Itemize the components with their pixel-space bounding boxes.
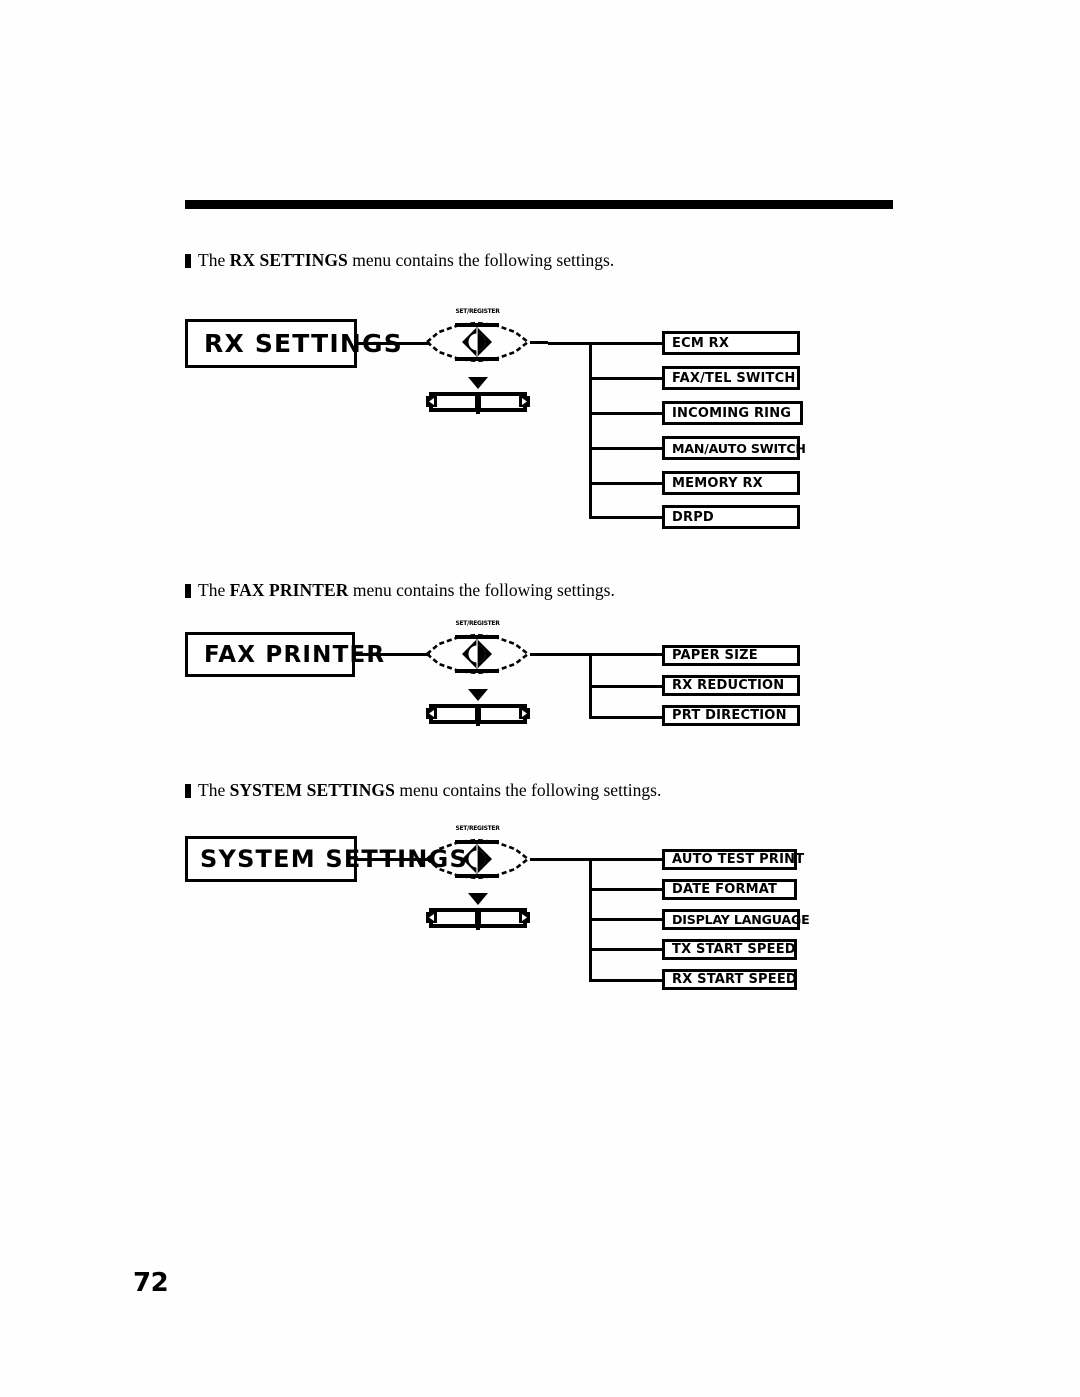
connector-root-to-button [357, 858, 430, 861]
intro-menu-name: FAX PRINTER [229, 580, 349, 600]
intro-suffix: menu contains the following settings. [347, 250, 615, 270]
leaf-label: PAPER SIZE [672, 648, 758, 663]
leaf-label: DRPD [672, 509, 714, 525]
bullet-square-icon [185, 784, 191, 798]
leaf-label: DISPLAY LANGUAGE [672, 912, 810, 927]
root-box-rx-settings: RX SETTINGS [185, 319, 402, 368]
bullet-square-icon [185, 584, 191, 598]
leaf-label: RX REDUCTION [672, 678, 785, 693]
arrow-keys-icon [426, 377, 530, 414]
branch-line [589, 412, 662, 415]
connector-button-to-trunk [530, 653, 548, 656]
root-box-fax-printer: FAX PRINTER [185, 632, 384, 677]
branch-line [589, 918, 662, 921]
leaf-box: INCOMING RING [662, 401, 803, 425]
connector-root-to-button [357, 342, 430, 345]
connector-root-to-button [355, 653, 430, 656]
intro-menu-name: SYSTEM SETTINGS [229, 780, 395, 800]
leaf-box: PRT DIRECTION [662, 705, 800, 726]
leaf-box: RX START SPEED [662, 969, 797, 990]
branch-trunk [589, 342, 592, 518]
arrow-keys-icon [426, 893, 530, 930]
intro-text-system-settings: The SYSTEM SETTINGS menu contains the fo… [185, 780, 661, 800]
leaf-label: AUTO TEST PRINT [672, 852, 805, 867]
intro-prefix: The [198, 250, 230, 270]
set-button-graphic: SET/REGISTER [424, 308, 548, 364]
set-button-icon [424, 321, 531, 363]
leaf-label: MEMORY RX [672, 475, 763, 491]
arrow-keys-graphic [424, 376, 532, 416]
set-button-graphic: SET/REGISTER [424, 825, 548, 881]
leaf-label: MAN/AUTO SWITCH [672, 440, 806, 456]
leaf-box: FAX/TEL SWITCH [662, 366, 800, 390]
leaf-box: TX START SPEED [662, 939, 797, 960]
leaf-box: AUTO TEST PRINT [662, 849, 804, 870]
intro-text-rx-settings: The RX SETTINGS menu contains the follow… [185, 250, 614, 270]
intro-text-fax-printer: The FAX PRINTER menu contains the follow… [185, 580, 615, 600]
leaf-box: MEMORY RX [662, 471, 800, 495]
leaf-box: DATE FORMAT [662, 879, 797, 900]
leaf-box: RX REDUCTION [662, 675, 800, 696]
set-button-graphic: SET/REGISTER [424, 620, 548, 676]
root-box-system-settings: SYSTEM SETTINGS [185, 836, 467, 882]
leaf-box: MAN/AUTO SWITCH [662, 436, 806, 460]
bullet-square-icon [185, 254, 191, 268]
set-button-micro-label: SET/REGISTER [455, 308, 500, 315]
arrow-keys-graphic [424, 892, 532, 932]
intro-suffix: menu contains the following settings. [394, 780, 662, 800]
branch-line [589, 948, 662, 951]
leaf-label: TX START SPEED [672, 942, 796, 957]
arrow-keys-icon [426, 689, 530, 726]
leaf-label: PRT DIRECTION [672, 708, 787, 723]
page-number: 72 [133, 1268, 169, 1298]
intro-menu-name: RX SETTINGS [229, 250, 348, 270]
intro-prefix: The [198, 580, 230, 600]
branch-line [548, 342, 662, 345]
branch-line [589, 516, 662, 519]
leaf-label: INCOMING RING [672, 405, 792, 421]
branch-line [548, 858, 662, 861]
leaf-label: DATE FORMAT [672, 882, 778, 897]
leaf-box: DISPLAY LANGUAGE [662, 909, 810, 930]
branch-line [589, 979, 662, 982]
leaf-label: ECM RX [672, 335, 730, 351]
leaf-box: PAPER SIZE [662, 645, 800, 666]
branch-line [589, 888, 662, 891]
intro-suffix: menu contains the following settings. [348, 580, 615, 600]
branch-line [589, 377, 662, 380]
leaf-label: RX START SPEED [672, 972, 797, 987]
arrow-keys-graphic [424, 688, 532, 728]
set-button-micro-label: SET/REGISTER [455, 620, 500, 627]
connector-button-to-trunk [530, 341, 548, 344]
branch-line [589, 447, 662, 450]
intro-prefix: The [198, 780, 230, 800]
branch-line [548, 653, 662, 656]
connector-button-to-trunk [530, 858, 548, 861]
leaf-box: DRPD [662, 505, 800, 529]
leaf-box: ECM RX [662, 331, 800, 355]
branch-line [589, 482, 662, 485]
manual-page: The RX SETTINGS menu contains the follow… [0, 0, 1080, 1397]
set-button-micro-label: SET/REGISTER [455, 825, 500, 832]
set-button-icon [424, 633, 531, 675]
header-rule [185, 200, 893, 209]
set-button-icon [424, 838, 531, 880]
leaf-label: FAX/TEL SWITCH [672, 370, 796, 386]
branch-line [589, 716, 662, 719]
branch-line [589, 685, 662, 688]
